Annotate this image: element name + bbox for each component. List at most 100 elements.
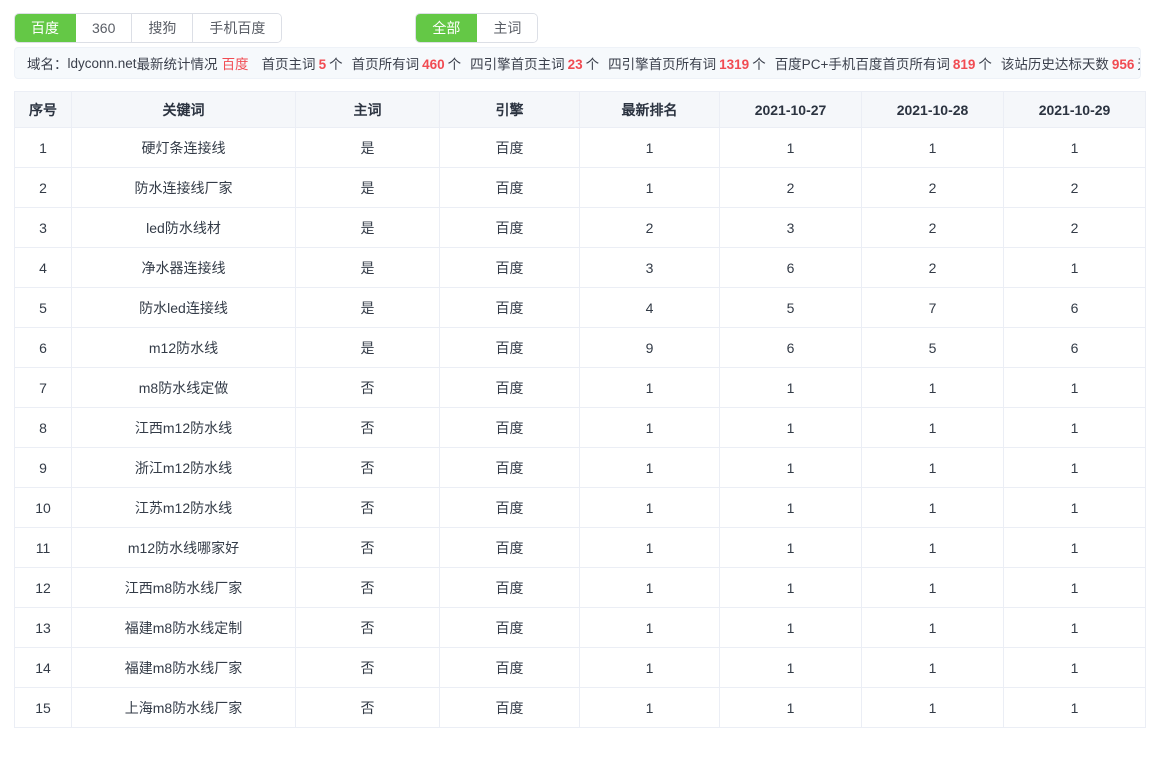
main-word-flag: 否 — [296, 448, 440, 488]
stat-engine: 百度 — [222, 53, 249, 73]
stat-unit-1: 个 — [448, 57, 462, 72]
rank-date-1: 2 — [720, 168, 862, 208]
main-word-flag: 否 — [296, 408, 440, 448]
stat-unit-3: 个 — [752, 57, 766, 72]
main-word-flag: 否 — [296, 688, 440, 728]
column-header-1[interactable]: 关键词 — [72, 92, 296, 128]
keyword-link[interactable]: 上海m8防水线厂家 — [72, 688, 296, 728]
keyword-link[interactable]: 防水连接线厂家 — [72, 168, 296, 208]
rank-date-3: 1 — [1004, 688, 1146, 728]
table-header: 序号关键词主词引擎最新排名2021-10-272021-10-282021-10… — [15, 92, 1146, 128]
filter-toolbar: 百度360搜狗手机百度 全部主词 — [0, 0, 1155, 47]
ranking-table-section: 序号关键词主词引擎最新排名2021-10-272021-10-282021-10… — [0, 79, 1155, 728]
row-index: 2 — [15, 168, 72, 208]
column-header-7[interactable]: 2021-10-29 — [1004, 92, 1146, 128]
stat-value-2: 23 — [568, 57, 583, 72]
domain-label: 域名： — [27, 53, 68, 73]
main-word-flag: 否 — [296, 488, 440, 528]
rank-date-2: 2 — [862, 248, 1004, 288]
main-word-flag: 否 — [296, 608, 440, 648]
keyword-link[interactable]: m8防水线定做 — [72, 368, 296, 408]
latest-rank: 1 — [580, 568, 720, 608]
rank-date-2: 1 — [862, 128, 1004, 168]
domain-value: ldyconn.net — [68, 56, 137, 71]
main-word-flag: 否 — [296, 648, 440, 688]
rank-date-3: 1 — [1004, 408, 1146, 448]
latest-rank: 1 — [580, 648, 720, 688]
engine-name: 百度 — [440, 168, 580, 208]
keyword-link[interactable]: 浙江m12防水线 — [72, 448, 296, 488]
column-header-2[interactable]: 主词 — [296, 92, 440, 128]
table-row: 4净水器连接线是百度3621 — [15, 248, 1146, 288]
stat-value-5: 956 — [1112, 57, 1135, 72]
rank-date-2: 1 — [862, 448, 1004, 488]
latest-rank: 1 — [580, 448, 720, 488]
stat-value-3: 1319 — [719, 57, 749, 72]
rank-date-2: 2 — [862, 168, 1004, 208]
engine-name: 百度 — [440, 648, 580, 688]
rank-date-2: 1 — [862, 608, 1004, 648]
main-word-flag: 是 — [296, 168, 440, 208]
table-row: 5防水led连接线是百度4576 — [15, 288, 1146, 328]
table-row: 6m12防水线是百度9656 — [15, 328, 1146, 368]
keyword-link[interactable]: led防水线材 — [72, 208, 296, 248]
keyword-link[interactable]: m12防水线 — [72, 328, 296, 368]
row-index: 8 — [15, 408, 72, 448]
rank-date-1: 1 — [720, 368, 862, 408]
stat-unit-2: 个 — [586, 57, 600, 72]
scope-option-1[interactable]: 主词 — [477, 14, 537, 42]
rank-date-3: 1 — [1004, 648, 1146, 688]
rank-date-2: 5 — [862, 328, 1004, 368]
column-header-6[interactable]: 2021-10-28 — [862, 92, 1004, 128]
keyword-link[interactable]: 净水器连接线 — [72, 248, 296, 288]
main-word-flag: 否 — [296, 528, 440, 568]
engine-option-3[interactable]: 手机百度 — [193, 14, 281, 42]
stat-unit-4: 个 — [978, 57, 992, 72]
rank-date-1: 6 — [720, 248, 862, 288]
scope-option-0[interactable]: 全部 — [416, 14, 477, 42]
latest-rank: 4 — [580, 288, 720, 328]
latest-rank: 1 — [580, 488, 720, 528]
latest-rank: 2 — [580, 208, 720, 248]
keyword-link[interactable]: 防水led连接线 — [72, 288, 296, 328]
column-header-4[interactable]: 最新排名 — [580, 92, 720, 128]
row-index: 1 — [15, 128, 72, 168]
rank-date-3: 6 — [1004, 288, 1146, 328]
engine-name: 百度 — [440, 288, 580, 328]
column-header-0[interactable]: 序号 — [15, 92, 72, 128]
keyword-link[interactable]: 福建m8防水线厂家 — [72, 648, 296, 688]
engine-name: 百度 — [440, 408, 580, 448]
keyword-link[interactable]: 福建m8防水线定制 — [72, 608, 296, 648]
engine-option-2[interactable]: 搜狗 — [132, 14, 193, 42]
stat-label: 最新统计情况 — [137, 53, 218, 73]
main-word-flag: 否 — [296, 368, 440, 408]
table-row: 1硬灯条连接线是百度1111 — [15, 128, 1146, 168]
rank-date-3: 2 — [1004, 208, 1146, 248]
rank-date-2: 1 — [862, 648, 1004, 688]
table-row: 11m12防水线哪家好否百度1111 — [15, 528, 1146, 568]
table-row: 7m8防水线定做否百度1111 — [15, 368, 1146, 408]
keyword-link[interactable]: m12防水线哪家好 — [72, 528, 296, 568]
row-index: 3 — [15, 208, 72, 248]
engine-filter-group[interactable]: 百度360搜狗手机百度 — [14, 13, 282, 43]
row-index: 11 — [15, 528, 72, 568]
keyword-link[interactable]: 江西m8防水线厂家 — [72, 568, 296, 608]
keyword-link[interactable]: 硬灯条连接线 — [72, 128, 296, 168]
scope-filter-group[interactable]: 全部主词 — [415, 13, 538, 43]
stat-label-5: 该站历史达标天数 — [1001, 57, 1109, 72]
stat-value-4: 819 — [953, 57, 976, 72]
stat-label-3: 四引擎首页所有词 — [608, 57, 716, 72]
engine-option-0[interactable]: 百度 — [15, 14, 76, 42]
table-row: 9浙江m12防水线否百度1111 — [15, 448, 1146, 488]
row-index: 10 — [15, 488, 72, 528]
engine-option-1[interactable]: 360 — [76, 14, 132, 42]
rank-date-3: 1 — [1004, 608, 1146, 648]
column-header-3[interactable]: 引擎 — [440, 92, 580, 128]
column-header-5[interactable]: 2021-10-27 — [720, 92, 862, 128]
summary-info-bar: 域名：ldyconn.net 最新统计情况 百度 首页主词5个首页所有词460个… — [14, 47, 1141, 79]
main-word-flag: 是 — [296, 288, 440, 328]
main-word-flag: 是 — [296, 248, 440, 288]
keyword-link[interactable]: 江苏m12防水线 — [72, 488, 296, 528]
keyword-link[interactable]: 江西m12防水线 — [72, 408, 296, 448]
engine-name: 百度 — [440, 368, 580, 408]
